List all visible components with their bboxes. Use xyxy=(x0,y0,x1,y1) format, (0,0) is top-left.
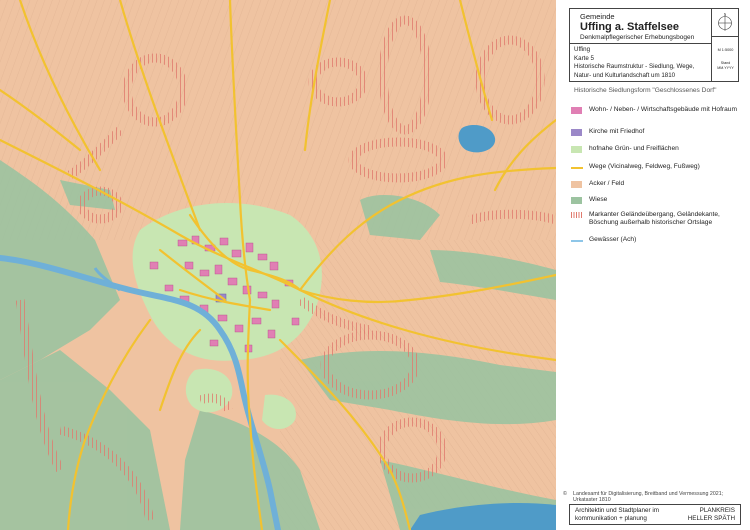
legend-swatch xyxy=(571,167,583,169)
divider xyxy=(570,43,711,44)
map-canvas xyxy=(0,0,556,530)
legend-swatch xyxy=(571,107,582,114)
map-title: Historische Raumstruktur - Siedlung, Weg… xyxy=(574,63,695,79)
date-text: Stand MM.YYYY xyxy=(712,61,739,70)
copyright-icon: © xyxy=(563,491,567,497)
legend-swatch xyxy=(571,129,582,136)
municipality-label: Gemeinde xyxy=(580,12,615,21)
footer-line: HELLER SPÄTH xyxy=(687,515,735,522)
legend-label: Acker / Feld xyxy=(589,180,625,187)
legend-label: Wiese xyxy=(589,196,608,203)
title-block: Gemeinde Uffing a. Staffelsee Denkmalpfl… xyxy=(569,8,739,82)
legend-panel: Gemeinde Uffing a. Staffelsee Denkmalpfl… xyxy=(556,0,750,530)
legend-swatch xyxy=(571,181,582,188)
legend-label: Wohn- / Neben- / Wirtschaftsgebäude mit … xyxy=(589,106,737,113)
legend-label: Gewässer (Ach) xyxy=(589,236,637,243)
legend-label: hofnahe Grün- und Freiflächen xyxy=(589,145,679,152)
footer-line: PLANKREIS xyxy=(699,507,735,514)
legend-swatch xyxy=(571,146,582,153)
credit-text: © Landesamt für Digitalisierung, Breitba… xyxy=(563,491,745,504)
footer-left: Architektin und Stadtplaner im kommunika… xyxy=(575,507,659,523)
legend-swatch xyxy=(571,197,582,204)
legend-label: Kirche mit Friedhof xyxy=(589,128,645,135)
credit-label: Landesamt für Digitalisierung, Breitband… xyxy=(573,491,724,504)
footer-line: Architektin und Stadtplaner im xyxy=(575,507,660,514)
svg-text:N: N xyxy=(724,13,727,17)
north-arrow-icon: N xyxy=(716,12,734,32)
footer-line: kommunikation + planung xyxy=(575,515,647,522)
map-number: Karte 5 xyxy=(574,55,594,62)
legend-label: Markanter Geländeübergang, Geländekante,… xyxy=(589,211,720,227)
form-name: Denkmalpflegerischer Erhebungsbogen xyxy=(580,34,695,41)
place-name: Uffing xyxy=(574,46,591,53)
legend-swatch xyxy=(571,240,583,242)
divider xyxy=(711,36,739,37)
legend-label: Wege (Vicinalweg, Feldweg, Fußweg) xyxy=(589,163,700,170)
town-name: Uffing a. Staffelsee xyxy=(580,21,680,33)
legend-heading: Historische Siedlungsform "Geschlossenes… xyxy=(574,87,717,94)
legend-swatch xyxy=(571,212,583,218)
date-line: MM.YYYY xyxy=(717,65,734,70)
footer-box: Architektin und Stadtplaner im kommunika… xyxy=(569,504,741,525)
scale-text: M 1:5000 xyxy=(717,48,734,52)
footer-right: PLANKREIS HELLER SPÄTH xyxy=(688,507,735,523)
historic-map[interactable] xyxy=(0,0,556,530)
